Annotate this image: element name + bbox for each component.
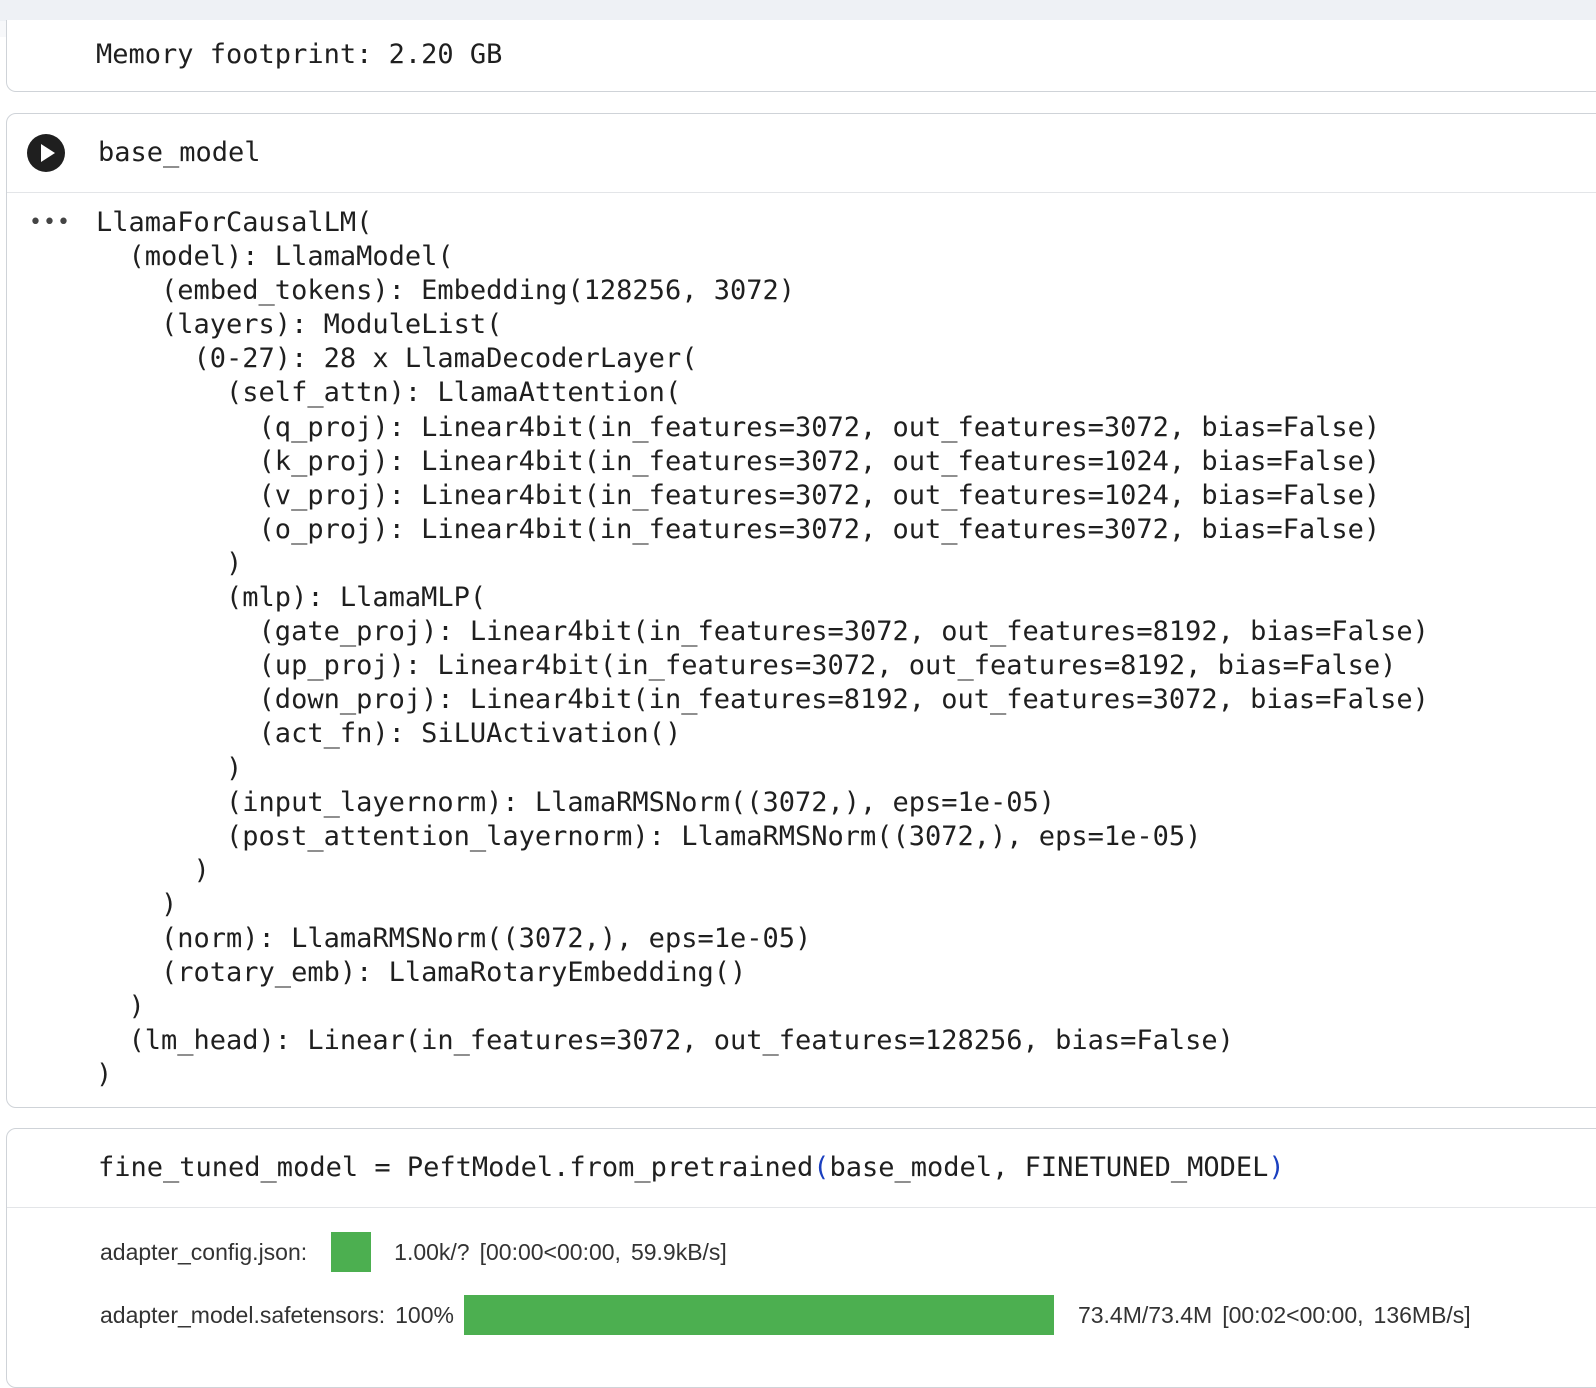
code-cell-base-model: base_model ••• LlamaForCausalLM( (model)… (6, 113, 1596, 1108)
download-rate: 136MB/s] (1373, 1301, 1471, 1328)
top-toolbar (0, 0, 1596, 21)
output-line: (model): LlamaModel( (96, 241, 454, 273)
download-size: 73.4M/73.4M (1077, 1301, 1213, 1328)
code-call: fine_tuned_model = PeftModel.from_pretra… (98, 1152, 814, 1183)
output-line: (v_proj): Linear4bit(in_features=3072, o… (96, 479, 1381, 511)
output-line: ) (96, 991, 145, 1023)
code-args: base_model, FINETUNED_MODEL (829, 1152, 1269, 1183)
output-line: (rotary_emb): LlamaRotaryEmbedding() (96, 957, 747, 989)
output-line: ) (96, 547, 243, 579)
output-line: (layers): ModuleList( (96, 309, 503, 341)
download-percent: 100% (395, 1301, 454, 1328)
output-line: (input_layernorm): LlamaRMSNorm((3072,),… (96, 786, 1056, 818)
output-line: ) (96, 1059, 113, 1091)
output-line: (o_proj): Linear4bit(in_features=3072, o… (96, 513, 1381, 545)
code-paren-close: ) (1268, 1152, 1285, 1183)
output-line: (self_attn): LlamaAttention( (96, 377, 682, 409)
progress-bar (463, 1295, 1054, 1335)
code-line[interactable]: base_model (98, 134, 261, 172)
cell-output-text: LlamaForCausalLM( (model): LlamaModel( (… (96, 206, 1429, 1092)
download-rate: 59.9kB/s] (630, 1238, 727, 1265)
download-progress-row: adapter_model.safetensors: 100% 73.4M/73… (100, 1295, 1471, 1335)
code-editor[interactable]: fine_tuned_model = PeftModel.from_pretra… (7, 1129, 1596, 1208)
previous-cell: Memory footprint: 2.20 GB (6, 20, 1596, 92)
progress-bar (331, 1232, 372, 1272)
download-progress-row: adapter_config.json: 1.00k/? [00:00<00:0… (100, 1232, 727, 1272)
output-line: LlamaForCausalLM( (96, 207, 373, 238)
output-line: (gate_proj): Linear4bit(in_features=3072… (96, 616, 1429, 648)
output-line: (up_proj): Linear4bit(in_features=3072, … (96, 650, 1397, 682)
output-options-icon[interactable]: ••• (29, 208, 71, 238)
output-line: (lm_head): Linear(in_features=3072, out_… (96, 1025, 1234, 1057)
code-line[interactable]: fine_tuned_model = PeftModel.from_pretra… (98, 1149, 1285, 1187)
output-line: (norm): LlamaRMSNorm((3072,), eps=1e-05) (96, 922, 812, 954)
output-line: (mlp): LlamaMLP( (96, 582, 487, 614)
download-label: adapter_config.json: (100, 1238, 308, 1265)
output-line: (0-27): 28 x LlamaDecoderLayer( (96, 343, 698, 375)
download-time: [00:02<00:00, (1222, 1301, 1364, 1328)
output-line: (act_fn): SiLUActivation() (96, 718, 682, 750)
output-line: (embed_tokens): Embedding(128256, 3072) (96, 275, 795, 307)
code-editor[interactable]: base_model (7, 114, 1596, 193)
code-cell-peft-model: fine_tuned_model = PeftModel.from_pretra… (6, 1128, 1596, 1388)
output-line: ) (96, 752, 243, 784)
run-cell-button[interactable] (27, 134, 65, 172)
code-paren-open: ( (813, 1152, 830, 1183)
download-label: adapter_model.safetensors: (100, 1301, 386, 1328)
download-size: 1.00k/? (394, 1238, 470, 1265)
output-line: (k_proj): Linear4bit(in_features=3072, o… (96, 445, 1381, 477)
output-line: ) (96, 888, 178, 920)
download-time: [00:00<00:00, (479, 1238, 621, 1265)
output-line: (post_attention_layernorm): LlamaRMSNorm… (96, 820, 1202, 852)
output-line: (q_proj): Linear4bit(in_features=3072, o… (96, 411, 1381, 443)
memory-footprint-output: Memory footprint: 2.20 GB (96, 39, 503, 70)
output-line: (down_proj): Linear4bit(in_features=8192… (96, 684, 1429, 716)
output-line: ) (96, 854, 210, 886)
